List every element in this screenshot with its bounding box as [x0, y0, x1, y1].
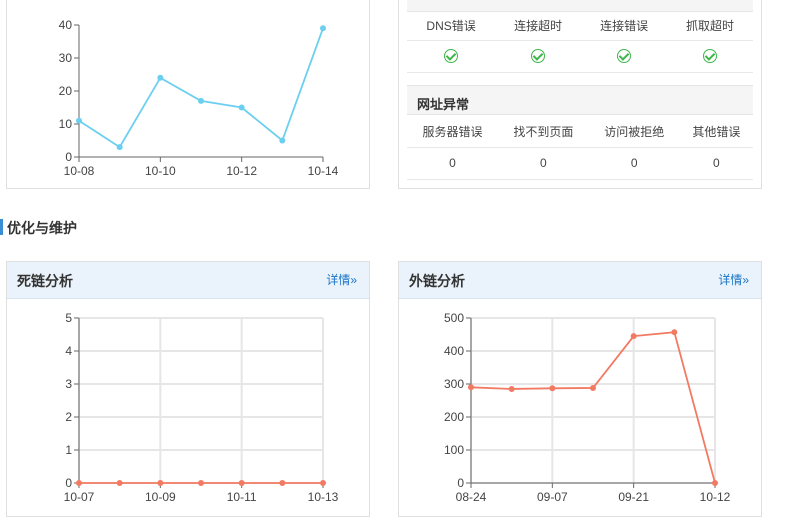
y-tick-label: 10	[59, 117, 73, 131]
url-error-header: 网址异常	[407, 85, 753, 115]
y-tick-label: 400	[444, 344, 464, 358]
x-tick-label: 10-14	[308, 164, 339, 178]
x-tick-label: 10-13	[308, 490, 339, 504]
data-point	[238, 104, 245, 111]
data-point	[279, 137, 286, 144]
data-point	[76, 117, 82, 124]
url-error-header-denied: 访问被拒绝	[604, 125, 665, 140]
data-point	[279, 480, 286, 486]
data-point	[157, 480, 164, 486]
dead-link-panel: 死链分析 详情» 0 1 2 3 4 5 10-07 10-09 10-11 10-13	[6, 261, 370, 517]
data-point	[671, 329, 678, 336]
x-tick-label: 10-11	[227, 490, 257, 504]
check-icon	[531, 49, 546, 64]
url-error-value-server: 0	[449, 156, 456, 170]
crawl-error-header-connect-error: 连接错误	[600, 19, 649, 34]
check-icon	[444, 49, 459, 64]
y-tick-label: 3	[65, 377, 72, 391]
url-error-title: 网址异常	[417, 97, 470, 112]
url-error-header-server: 服务器错误	[422, 125, 483, 140]
x-tick-label: 08-24	[456, 490, 487, 504]
url-error-header-not-found: 找不到页面	[513, 125, 574, 140]
crawl-error-header-dns: DNS错误	[426, 19, 476, 34]
x-tick-label: 10-09	[145, 490, 176, 504]
data-point	[116, 144, 123, 151]
y-tick-label: 4	[65, 344, 72, 358]
data-point	[198, 97, 204, 104]
y-tick-label: 200	[444, 410, 464, 424]
data-point	[508, 385, 515, 392]
y-tick-label: 2	[65, 410, 72, 424]
y-tick-label: 300	[444, 377, 464, 391]
data-point	[238, 480, 245, 486]
url-error-header-other: 其他错误	[692, 125, 741, 140]
y-tick-label: 40	[59, 18, 73, 32]
x-tick-label: 10-12	[226, 164, 257, 178]
data-point	[590, 384, 596, 391]
y-tick-label: 0	[65, 150, 72, 164]
y-tick-label: 500	[444, 311, 464, 325]
data-point	[320, 480, 326, 486]
outlink-panel: 外链分析 详情» 0 100 200 300 400 500 08-24 09-07 09-21…	[398, 261, 762, 517]
crawl-error-table: DNS错误 连接超时 连接错误 抓取超时	[407, 12, 753, 73]
series-line	[78, 27, 324, 149]
data-point	[76, 480, 82, 486]
data-point	[198, 480, 204, 486]
x-tick-label: 10-07	[64, 490, 95, 504]
x-tick-label: 09-21	[618, 490, 649, 504]
section-title: 优化与维护	[7, 220, 77, 236]
y-tick-label: 100	[444, 443, 464, 457]
data-point	[320, 25, 326, 32]
crawl-chart-panel: 0 10 20 30 40 10-08 10-10 10-12 10-14	[6, 0, 370, 189]
crawl-error-panel: DNS错误 连接超时 连接错误 抓取超时 网址异常 服务器错误 找不到页面 访问…	[398, 0, 762, 189]
data-point	[157, 74, 164, 81]
check-icon	[703, 49, 718, 64]
dead-link-line-chart: 0 1 2 3 4 5 10-07 10-09 10-11 10-13	[64, 311, 339, 504]
check-icon	[617, 49, 632, 64]
url-error-value-denied: 0	[630, 156, 638, 170]
data-point	[116, 480, 123, 486]
crawl-error-header-connect-timeout: 连接超时	[514, 19, 563, 34]
data-point	[630, 333, 637, 340]
x-tick-label: 10-12	[700, 490, 731, 504]
y-tick-label: 0	[65, 476, 72, 490]
x-tick-label: 10-08	[64, 164, 95, 178]
crawl-line-chart: 0 10 20 30 40 10-08 10-10 10-12 10-14	[59, 18, 339, 178]
crawl-error-header-strip	[407, 0, 753, 12]
series-line	[470, 331, 716, 484]
section-accent-bar	[0, 219, 3, 235]
crawl-error-header-crawl-timeout: 抓取超时	[686, 19, 735, 34]
y-tick-label: 20	[59, 84, 73, 98]
data-point	[712, 480, 718, 486]
x-tick-label: 09-07	[537, 490, 568, 504]
url-error-value-not-found: 0	[539, 156, 547, 170]
y-tick-label: 0	[457, 476, 464, 490]
y-tick-label: 1	[65, 443, 72, 457]
y-tick-label: 30	[59, 51, 73, 65]
data-point	[549, 385, 556, 392]
data-point	[468, 384, 474, 391]
url-error-value-other: 0	[712, 156, 720, 170]
x-tick-label: 10-10	[145, 164, 176, 178]
outlink-line-chart: 0 100 200 300 400 500 08-24 09-07 09-21 10-12	[444, 311, 731, 504]
y-tick-label: 5	[65, 311, 72, 325]
url-error-table: 服务器错误 找不到页面 访问被拒绝 其他错误 0 0 0 0	[407, 117, 753, 180]
